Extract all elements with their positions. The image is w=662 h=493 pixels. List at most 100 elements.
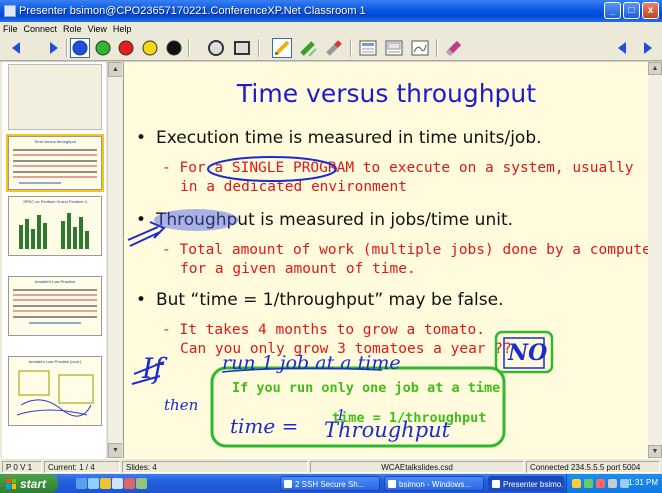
thumbnail-bar-chart bbox=[19, 213, 89, 249]
task-presenter[interactable]: Presenter bsimo... bbox=[488, 476, 564, 491]
current-slide[interactable]: Time versus throughput • Execution time … bbox=[123, 62, 648, 458]
tray-icon-1[interactable] bbox=[572, 479, 581, 488]
slide-thumbnail-2[interactable]: SPEC on Pentium III and Pentium 4 bbox=[8, 196, 102, 256]
file-status: WCAEtalkslides.csd bbox=[310, 461, 524, 473]
file-status-text: WCAEtalkslides.csd bbox=[381, 463, 453, 472]
slide-thumbnail-4[interactable]: Amdahl's Law Practice (cont.) bbox=[8, 356, 102, 426]
bullet-1: Execution time is measured in time units… bbox=[156, 128, 542, 148]
slide-count-status: Slides: 4 bbox=[122, 461, 308, 473]
title-bar: Presenter bsimon@CPO23657170221.Conferen… bbox=[0, 0, 662, 22]
menu-help[interactable]: Help bbox=[110, 24, 135, 34]
previous-slide-button[interactable] bbox=[6, 38, 26, 58]
start-label: start bbox=[20, 476, 47, 491]
slide-layout-icon bbox=[359, 40, 377, 56]
menu-file[interactable]: File bbox=[0, 24, 21, 34]
circle-tool-button[interactable] bbox=[206, 38, 226, 58]
sub-bullet-2-line1: - Total amount of work (multiple jobs) d… bbox=[162, 241, 648, 260]
tray-icon-4[interactable] bbox=[608, 479, 617, 488]
quicklaunch-media-icon[interactable] bbox=[112, 478, 123, 489]
slide-view-button-1[interactable] bbox=[358, 38, 378, 58]
slide-thumbnail-3[interactable]: Amdahl's Law Practice bbox=[8, 276, 102, 336]
erase-all-icon bbox=[445, 40, 462, 57]
erase-all-button[interactable] bbox=[444, 38, 464, 58]
sub-bullet-marker: - bbox=[162, 242, 171, 258]
thumbnail-list: Time versus throughput SPEC on Pentium I… bbox=[2, 62, 106, 458]
run-job-ink: run 1 job at a time bbox=[222, 352, 401, 374]
quicklaunch-ie-icon[interactable] bbox=[88, 478, 99, 489]
rectangle-outline-icon bbox=[234, 41, 250, 55]
highlighter-icon bbox=[300, 41, 317, 57]
slide-ink-icon bbox=[411, 40, 429, 56]
menu-connect[interactable]: Connect bbox=[21, 24, 61, 34]
sub-bullet-marker: - bbox=[162, 322, 171, 338]
menu-view[interactable]: View bbox=[85, 24, 110, 34]
slide-scrollbar[interactable]: ▲ ▼ bbox=[648, 62, 662, 458]
task-windows[interactable]: bsimon - Windows... bbox=[384, 476, 484, 491]
sub-bullet-1-line1: - For a SINGLE PROGRAM to execute on a s… bbox=[162, 159, 633, 178]
minimize-button[interactable]: _ bbox=[604, 2, 621, 19]
quicklaunch-app-icon[interactable] bbox=[124, 478, 135, 489]
pen-color-blue[interactable] bbox=[70, 38, 90, 58]
toolbar-prev-button[interactable] bbox=[612, 38, 632, 58]
taskbar: start 2 SSH Secure Sh... bsimon - Window… bbox=[0, 474, 662, 493]
version-status: P 0 V 1 bbox=[2, 461, 42, 473]
menu-bar: File Connect Role View Help bbox=[0, 22, 662, 35]
quicklaunch-app2-icon[interactable] bbox=[136, 478, 147, 489]
quicklaunch-explorer-icon[interactable] bbox=[100, 478, 111, 489]
bullet-marker: • bbox=[136, 128, 147, 148]
no-ink: NO bbox=[508, 340, 548, 366]
thumbnail-placeholder bbox=[8, 64, 102, 130]
slide-notes-icon bbox=[385, 40, 403, 56]
slide-filmstrip: Time versus throughput SPEC on Pentium I… bbox=[0, 62, 123, 458]
sub-bullet-3-text: It takes 4 months to grow a tomato. bbox=[179, 322, 486, 338]
filmstrip-scroll-down[interactable]: ▼ bbox=[108, 443, 123, 458]
arrow-left-icon bbox=[618, 42, 626, 54]
yellow-circle-icon bbox=[142, 40, 158, 56]
single-program-text: SINGLE PROGRAM bbox=[231, 160, 355, 176]
task-ssh[interactable]: 2 SSH Secure Sh... bbox=[280, 476, 380, 491]
red-circle-icon bbox=[118, 40, 134, 56]
circle-outline-icon bbox=[208, 40, 224, 56]
slide-view-button-3[interactable] bbox=[410, 38, 430, 58]
thumbnail-sketch bbox=[16, 370, 94, 417]
pen-color-green[interactable] bbox=[93, 38, 113, 58]
slide-view-button-2[interactable] bbox=[384, 38, 404, 58]
app-icon bbox=[4, 5, 16, 17]
time-equals-ink: time = bbox=[230, 414, 299, 438]
close-button[interactable]: x bbox=[642, 2, 659, 19]
pen-color-black[interactable] bbox=[164, 38, 184, 58]
pen-color-yellow[interactable] bbox=[140, 38, 160, 58]
window-icon bbox=[388, 480, 396, 488]
toolbar-next-button[interactable] bbox=[638, 38, 658, 58]
typed-note-line1: If you run only one job at a time, bbox=[232, 380, 509, 396]
arrow-right-icon bbox=[644, 42, 652, 54]
menu-role[interactable]: Role bbox=[60, 24, 85, 34]
start-button[interactable]: start bbox=[0, 474, 58, 493]
sub-bullet-2-text: Total amount of work (multiple jobs) don… bbox=[179, 242, 648, 258]
bullet-marker: • bbox=[136, 290, 147, 310]
filmstrip-scroll-up[interactable]: ▲ bbox=[108, 62, 123, 77]
slide-thumbnail-1[interactable]: Time versus throughput bbox=[6, 134, 104, 192]
next-slide-button[interactable] bbox=[44, 38, 64, 58]
quicklaunch-desktop-icon[interactable] bbox=[76, 478, 87, 489]
tray-icon-3[interactable] bbox=[596, 479, 605, 488]
thumbnail-title: Amdahl's Law Practice (cont.) bbox=[28, 359, 82, 364]
sub-bullet-1-post: to execute on a system, usually bbox=[354, 160, 634, 176]
highlighter-tool-button[interactable] bbox=[298, 38, 318, 58]
slide-area: Time versus throughput • Execution time … bbox=[122, 62, 662, 458]
toolbar bbox=[0, 35, 662, 61]
slide-scroll-up[interactable]: ▲ bbox=[648, 62, 662, 75]
slide-title: Time versus throughput bbox=[236, 79, 537, 108]
eraser-tool-button[interactable] bbox=[324, 38, 344, 58]
if-ink: If bbox=[142, 352, 164, 385]
pen-color-red[interactable] bbox=[116, 38, 136, 58]
rectangle-tool-button[interactable] bbox=[232, 38, 252, 58]
blue-circle-icon bbox=[72, 40, 88, 56]
tray-icon-2[interactable] bbox=[584, 479, 593, 488]
filmstrip-scrollbar[interactable]: ▲ ▼ bbox=[107, 62, 123, 458]
maximize-button[interactable]: □ bbox=[623, 2, 640, 19]
pen-tool-button[interactable] bbox=[272, 38, 292, 58]
thumbnail-title: Time versus throughput bbox=[34, 139, 76, 144]
slide-scroll-down[interactable]: ▼ bbox=[648, 445, 662, 458]
presenter-window: Presenter bsimon@CPO23657170221.Conferen… bbox=[0, 0, 662, 493]
